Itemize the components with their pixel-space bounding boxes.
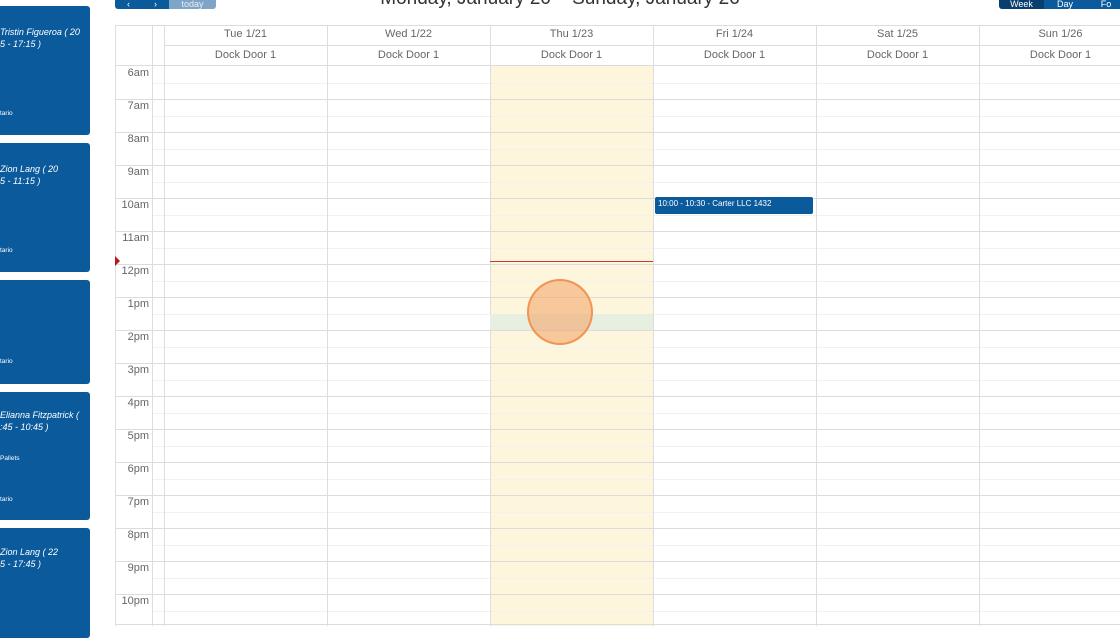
appointment-card[interactable]: Elianna Fitzpatrick (:45 - 10:45 ) Palle… (0, 392, 90, 520)
grid-left-border (115, 25, 116, 626)
half-hour-line (152, 346, 1120, 348)
half-hour-line (152, 181, 1120, 183)
hour-line (115, 165, 1120, 166)
hour-line (115, 330, 1120, 331)
day-column-line (816, 25, 817, 626)
page-title: Monday, January 20 – Sunday, January 26 (0, 0, 1120, 10)
hour-label: 9pm (127, 562, 149, 574)
resource-header: Dock Door 1 (703, 49, 766, 61)
appointment-card[interactable]: Tristin Figueroa ( 20 5 - 17:15 ) tario (0, 6, 90, 135)
hour-label: 2pm (127, 331, 149, 343)
resource-header: Dock Door 1 (1029, 49, 1092, 61)
half-hour-line (152, 379, 1120, 381)
hour-line (115, 594, 1120, 595)
resource-header: Dock Door 1 (540, 49, 603, 61)
hour-line (115, 429, 1120, 430)
half-hour-line (152, 82, 1120, 84)
half-hour-line (152, 445, 1120, 447)
card-title: Tristin Figueroa ( 20 5 - 17:15 ) (0, 27, 80, 49)
day-header[interactable]: Fri 1/24 (653, 28, 816, 40)
hour-line (115, 264, 1120, 265)
hour-label: 8pm (127, 529, 149, 541)
day-column-line (164, 25, 165, 626)
hour-label: 11am (122, 232, 149, 244)
day-column-line (327, 25, 328, 626)
resource-header: Dock Door 1 (866, 49, 929, 61)
hour-label: 6pm (127, 463, 149, 475)
half-hour-line (152, 511, 1120, 513)
card-title: Elianna Fitzpatrick (:45 - 10:45 ) (0, 410, 80, 432)
hour-label: 8am (127, 133, 149, 145)
card-location: tario (0, 247, 13, 254)
axis-gutter-line (152, 25, 153, 626)
half-hour-line (152, 412, 1120, 414)
hour-label: 6am (127, 67, 149, 79)
hour-line (115, 396, 1120, 397)
hour-line (115, 561, 1120, 562)
hour-line (115, 198, 1120, 199)
hour-line (115, 462, 1120, 463)
view-week-button[interactable]: Week (999, 0, 1044, 9)
appointment-card[interactable]: Zion Lang ( 22 5 - 17:45 ) (0, 528, 90, 638)
day-header[interactable]: Sun 1/26 (979, 28, 1120, 40)
hour-label: 7am (127, 100, 149, 112)
hour-label: 9am (127, 166, 149, 178)
now-indicator-arrow (115, 255, 120, 266)
view-switcher: Week Day Fo (999, 0, 1120, 9)
day-column-line (653, 25, 654, 626)
hour-label: 4pm (127, 397, 149, 409)
appointment-card[interactable]: Zion Lang ( 20 5 - 11:15 ) tario (0, 143, 90, 272)
appointment-card[interactable]: tario (0, 280, 90, 384)
day-header[interactable]: Thu 1/23 (490, 28, 653, 40)
half-hour-line (152, 148, 1120, 150)
resource-header: Dock Door 1 (377, 49, 440, 61)
view-day-button[interactable]: Day (1044, 0, 1086, 9)
cursor-highlight (527, 279, 593, 345)
header-divider (164, 45, 1120, 46)
day-column-line (979, 25, 980, 626)
card-cargo: Pallets (0, 455, 20, 462)
half-hour-line (152, 544, 1120, 546)
view-other-button[interactable]: Fo (1086, 0, 1120, 9)
header-top-border (115, 25, 1120, 26)
half-hour-line (152, 115, 1120, 117)
half-hour-line (152, 214, 1120, 216)
resource-header: Dock Door 1 (214, 49, 277, 61)
card-location: tario (0, 358, 13, 365)
card-title: Zion Lang ( 22 5 - 17:45 ) (0, 547, 59, 569)
hour-label: 3pm (127, 364, 149, 376)
card-location: tario (0, 496, 13, 503)
half-hour-line (152, 478, 1120, 480)
hour-line (115, 132, 1120, 133)
half-hour-line (152, 247, 1120, 249)
card-title: Zion Lang ( 20 5 - 11:15 ) (0, 164, 59, 186)
hour-label: 12pm (121, 265, 149, 277)
hour-line (115, 99, 1120, 100)
header-bottom-border (115, 65, 1120, 66)
hour-line (115, 495, 1120, 496)
day-header[interactable]: Wed 1/22 (327, 28, 490, 40)
now-indicator-line (490, 260, 653, 262)
half-hour-line (152, 610, 1120, 612)
card-location: tario (0, 110, 13, 117)
hour-line (115, 231, 1120, 232)
hour-label: 1pm (127, 298, 149, 310)
day-header[interactable]: Tue 1/21 (164, 28, 327, 40)
hour-label: 10am (121, 199, 149, 211)
day-header[interactable]: Sat 1/25 (816, 28, 979, 40)
hour-line (115, 528, 1120, 529)
half-hour-line (152, 577, 1120, 579)
hour-label: 10pm (121, 595, 149, 607)
hour-line (115, 363, 1120, 364)
hour-line (115, 297, 1120, 298)
hour-label: 7pm (127, 496, 149, 508)
grid-bottom-border (115, 624, 1120, 625)
calendar-event[interactable]: 10:00 - 10:30 - Carter LLC 1432 (655, 197, 813, 214)
half-hour-line (152, 280, 1120, 282)
hour-label: 5pm (127, 430, 149, 442)
